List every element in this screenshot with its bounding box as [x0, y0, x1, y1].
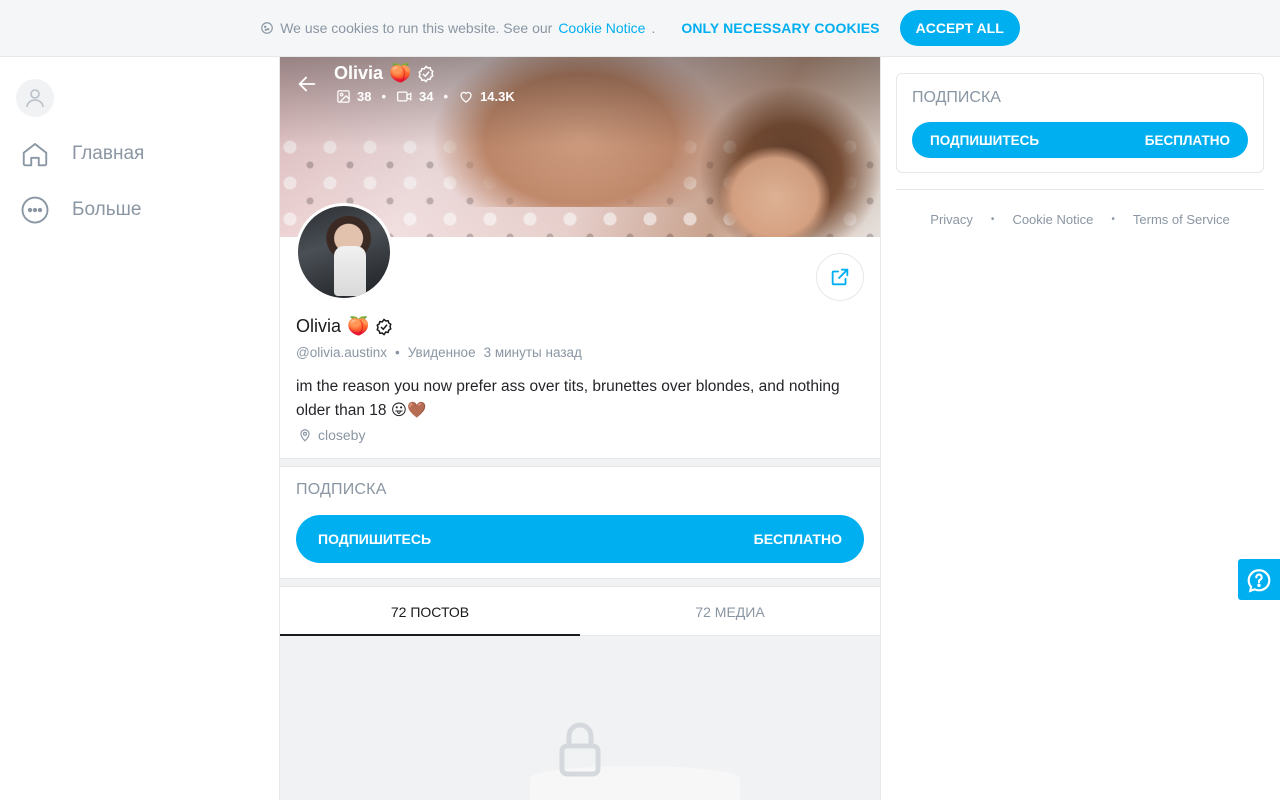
- subscription-title: ПОДПИСКА: [296, 481, 387, 498]
- cover-stats: 38 • 34 • 14.3K: [336, 89, 515, 104]
- profile-location: closeby: [298, 427, 365, 443]
- accept-all-cookies-button[interactable]: ACCEPT ALL: [899, 10, 1020, 46]
- location-text: closeby: [318, 427, 366, 443]
- user-icon: [26, 89, 44, 108]
- share-button[interactable]: [816, 253, 864, 301]
- videos-count: 34: [419, 89, 434, 104]
- profile-meta: @olivia.austinx • Увиденное 3 минуты наз…: [296, 345, 582, 360]
- user-avatar[interactable]: [16, 79, 54, 117]
- cookie-notice-link[interactable]: Cookie Notice: [558, 20, 645, 36]
- profile-name-text: Olivia: [296, 316, 342, 336]
- footer-link-privacy[interactable]: Privacy: [930, 212, 973, 227]
- cookie-icon: [261, 22, 274, 34]
- footer-link-cookie-notice[interactable]: Cookie Notice: [1012, 212, 1093, 227]
- subscribe-price: БЕСПЛАТНО: [1144, 132, 1230, 148]
- home-icon: [22, 143, 48, 167]
- peach-emoji-icon: 🍑: [389, 63, 412, 83]
- back-button[interactable]: [296, 73, 318, 100]
- location-pin-icon: [300, 429, 310, 442]
- cookie-period: .: [651, 20, 656, 36]
- cookie-text: We use cookies to run this website. See …: [280, 20, 553, 36]
- sidebar-item-more[interactable]: Больше: [20, 195, 141, 225]
- verified-icon: [376, 317, 393, 336]
- left-sidebar: Главная Больше: [0, 57, 279, 800]
- share-icon: [831, 268, 849, 286]
- photos-count: 38: [357, 89, 372, 104]
- subscribe-button[interactable]: ПОДПИШИТЕСЬ БЕСПЛАТНО: [296, 515, 864, 563]
- content-tabs: 72 ПОСТОВ 72 МЕДИА: [280, 588, 880, 636]
- help-button[interactable]: [1238, 559, 1280, 600]
- subscription-card: ПОДПИСКА ПОДПИШИТЕСЬ БЕСПЛАТНО: [896, 73, 1264, 173]
- only-necessary-cookies-button[interactable]: ONLY NECESSARY COOKIES: [681, 20, 879, 36]
- profile-column: Olivia 🍑 38 • 34 • 14.3K Olivia 🍑 @olivi…: [279, 57, 881, 800]
- video-icon: [397, 91, 412, 102]
- sidebar-item-home[interactable]: Главная: [20, 139, 144, 169]
- footer-links: Privacy • Cookie Notice • Terms of Servi…: [930, 212, 1230, 227]
- right-divider: [896, 189, 1264, 190]
- peach-emoji-icon: 🍑: [347, 316, 370, 336]
- cover-title: Olivia 🍑: [334, 63, 435, 84]
- arrow-left-icon: [298, 76, 316, 92]
- sidebar-item-label: Главная: [72, 143, 145, 164]
- cookie-message: We use cookies to run this website. See …: [260, 20, 655, 36]
- sidebar-item-label: Больше: [72, 199, 142, 220]
- verified-icon: [418, 64, 435, 83]
- right-subscribe-button[interactable]: ПОДПИШИТЕСЬ БЕСПЛАТНО: [912, 122, 1248, 158]
- subscribe-price: БЕСПЛАТНО: [753, 531, 842, 547]
- right-subscription-title: ПОДПИСКА: [912, 89, 1001, 106]
- subscribe-label: ПОДПИШИТЕСЬ: [930, 132, 1040, 148]
- tab-posts[interactable]: 72 ПОСТОВ: [280, 588, 580, 636]
- cover-name: Olivia: [334, 63, 384, 83]
- profile-avatar[interactable]: [295, 203, 393, 301]
- footer-link-terms[interactable]: Terms of Service: [1133, 212, 1230, 227]
- subscribe-label: ПОДПИШИТЕСЬ: [318, 531, 432, 547]
- more-icon: [21, 196, 49, 224]
- tab-media[interactable]: 72 МЕДИА: [580, 588, 880, 635]
- profile-handle: @olivia.austinx: [296, 345, 387, 360]
- profile-name: Olivia 🍑: [296, 316, 393, 337]
- section-divider: [280, 578, 880, 587]
- help-icon: [1247, 568, 1271, 592]
- heart-icon: [460, 91, 472, 103]
- image-icon: [337, 90, 350, 103]
- profile-bio: im the reason you now prefer ass over ti…: [296, 378, 840, 419]
- likes-count: 14.3K: [480, 89, 515, 104]
- seen-label: Увиденное: [407, 345, 476, 360]
- cookie-banner: We use cookies to run this website. See …: [0, 0, 1280, 57]
- lock-icon: [559, 722, 601, 777]
- section-divider: [280, 458, 880, 467]
- locked-content: [280, 636, 880, 800]
- seen-time: 3 минуты назад: [483, 345, 582, 360]
